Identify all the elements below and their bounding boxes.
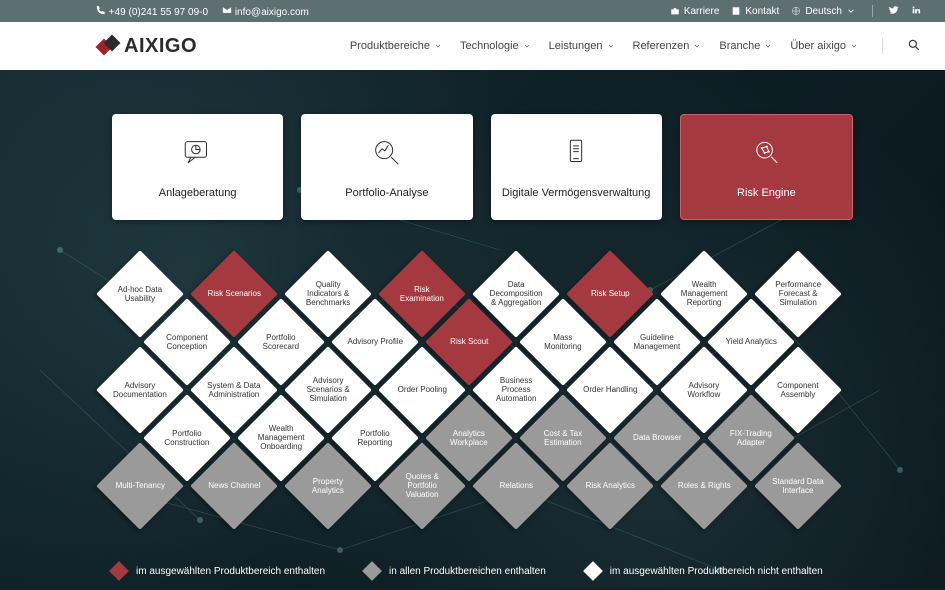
chevron-down-icon <box>846 6 856 16</box>
card-digitale-vermoegensverwaltung[interactable]: Digitale Vermögensverwaltung <box>491 114 662 220</box>
linkedin-link[interactable] <box>911 5 921 18</box>
capability-label: Risk Analytics <box>579 481 641 490</box>
capability-tile[interactable]: News Channel <box>192 444 276 528</box>
capability-label: Standard Data Interface <box>767 477 829 495</box>
brand-logo[interactable]: aixigo <box>96 35 197 58</box>
chevron-down-icon <box>693 42 701 50</box>
capability-label: Risk Scout <box>438 337 500 346</box>
chevron-down-icon <box>850 42 858 50</box>
magnifier-trend-icon <box>370 136 404 175</box>
capability-label: News Channel <box>203 481 265 490</box>
capability-label: Yield Analytics <box>720 337 782 346</box>
diamond: Property Analytics <box>284 442 372 530</box>
card-risk-engine[interactable]: Risk Engine <box>680 114 853 220</box>
topbar: +49 (0)241 55 97 09-0 info@aixigo.com Ka… <box>0 0 945 22</box>
hero: Anlageberatung Portfolio-Analyse Digital… <box>0 70 945 588</box>
topbar-phone[interactable]: +49 (0)241 55 97 09-0 <box>96 5 208 18</box>
capability-tile[interactable]: Quotes & Portfolio Valuation <box>380 444 464 528</box>
header: aixigo Produktbereiche Technologie Leist… <box>0 22 945 70</box>
chevron-down-icon <box>523 42 531 50</box>
capability-label: Property Analytics <box>297 477 359 495</box>
email-icon <box>222 5 232 15</box>
capability-label: Data Browser <box>626 433 688 442</box>
capability-label: Order Pooling <box>391 385 453 394</box>
contact-icon <box>731 6 741 16</box>
chat-chart-icon <box>181 136 215 175</box>
capability-label: Relations <box>485 481 547 490</box>
legend-red-label: im ausgewählten Produktbereich enthalten <box>136 566 325 577</box>
card-anlageberatung[interactable]: Anlageberatung <box>112 114 283 220</box>
phone-text: +49 (0)241 55 97 09-0 <box>109 7 208 18</box>
capability-label: Advisory Profile <box>344 337 406 346</box>
chevron-down-icon <box>607 42 615 50</box>
email-text: info@aixigo.com <box>235 7 309 18</box>
legend-gray: in allen Produktbereichen enthalten <box>365 564 546 578</box>
globe-icon <box>791 6 801 16</box>
search-icon <box>907 38 921 52</box>
card-label: Anlageberatung <box>159 187 237 199</box>
topbar-language[interactable]: Deutsch <box>791 6 856 17</box>
capability-tile[interactable]: Risk Analytics <box>568 444 652 528</box>
capability-label: Risk Setup <box>579 289 641 298</box>
capability-tile[interactable]: Standard Data Interface <box>756 444 840 528</box>
capability-label: Multi-Tenancy <box>109 481 171 490</box>
capability-label: Quotes & Portfolio Valuation <box>391 472 453 500</box>
legend-red: im ausgewählten Produktbereich enthalten <box>112 564 325 578</box>
diamond: Multi-Tenancy <box>96 442 184 530</box>
legend-swatch-gray <box>362 561 382 581</box>
capability-tile[interactable]: Roles & Rights <box>662 444 746 528</box>
capabilities-grid: Ad-hoc Data UsabilityRisk ScenariosQuali… <box>98 252 858 552</box>
topbar-email[interactable]: info@aixigo.com <box>222 5 309 18</box>
briefcase-icon <box>670 6 680 16</box>
topbar-career[interactable]: Karriere <box>670 6 720 17</box>
chevron-down-icon <box>434 42 442 50</box>
legend-swatch-white <box>583 561 603 581</box>
twitter-icon <box>889 5 899 15</box>
legend-gray-label: in allen Produktbereichen enthalten <box>389 566 546 577</box>
linkedin-icon <box>911 5 921 15</box>
card-label: Portfolio-Analyse <box>345 187 428 199</box>
mobile-coins-icon <box>559 136 593 175</box>
card-label: Digitale Vermögensverwaltung <box>502 187 651 199</box>
nav-search[interactable] <box>907 38 921 55</box>
nav-produktbereiche[interactable]: Produktbereiche <box>350 40 442 52</box>
twitter-link[interactable] <box>889 5 899 18</box>
capability-label: Risk Scenarios <box>203 289 265 298</box>
legend-white-label: im ausgewählten Produktbereich nicht ent… <box>610 566 823 577</box>
diamond: Roles & Rights <box>660 442 748 530</box>
logo-mark <box>96 35 118 57</box>
product-area-cards: Anlageberatung Portfolio-Analyse Digital… <box>112 114 853 220</box>
phone-icon <box>96 5 106 15</box>
chevron-down-icon <box>764 42 772 50</box>
capability-tile[interactable]: Multi-Tenancy <box>98 444 182 528</box>
capability-label: Roles & Rights <box>673 481 735 490</box>
nav-referenzen[interactable]: Referenzen <box>633 40 702 52</box>
brand-text: aixigo <box>124 35 197 58</box>
nav-technologie[interactable]: Technologie <box>460 40 531 52</box>
card-label: Risk Engine <box>737 187 796 199</box>
diamond: News Channel <box>190 442 278 530</box>
capability-tile[interactable]: Property Analytics <box>286 444 370 528</box>
nav-branche[interactable]: Branche <box>719 40 772 52</box>
diamond: Risk Analytics <box>566 442 654 530</box>
diamond: Standard Data Interface <box>754 442 842 530</box>
divider <box>872 5 873 17</box>
legend: im ausgewählten Produktbereich enthalten… <box>112 564 865 578</box>
capability-tile[interactable]: Relations <box>474 444 558 528</box>
diamond: Relations <box>472 442 560 530</box>
nav-leistungen[interactable]: Leistungen <box>549 40 615 52</box>
topbar-contact[interactable]: Kontakt <box>731 6 779 17</box>
legend-white: im ausgewählten Produktbereich nicht ent… <box>586 564 823 578</box>
card-portfolio-analyse[interactable]: Portfolio-Analyse <box>301 114 472 220</box>
nav-ueber-aixigo[interactable]: Über aixigo <box>790 40 858 52</box>
legend-swatch-red <box>109 561 129 581</box>
capability-label: Order Handling <box>579 385 641 394</box>
diamond: Quotes & Portfolio Valuation <box>378 442 466 530</box>
divider <box>882 38 883 54</box>
main-nav: Produktbereiche Technologie Leistungen R… <box>350 38 921 55</box>
risk-magnifier-icon <box>749 136 783 175</box>
